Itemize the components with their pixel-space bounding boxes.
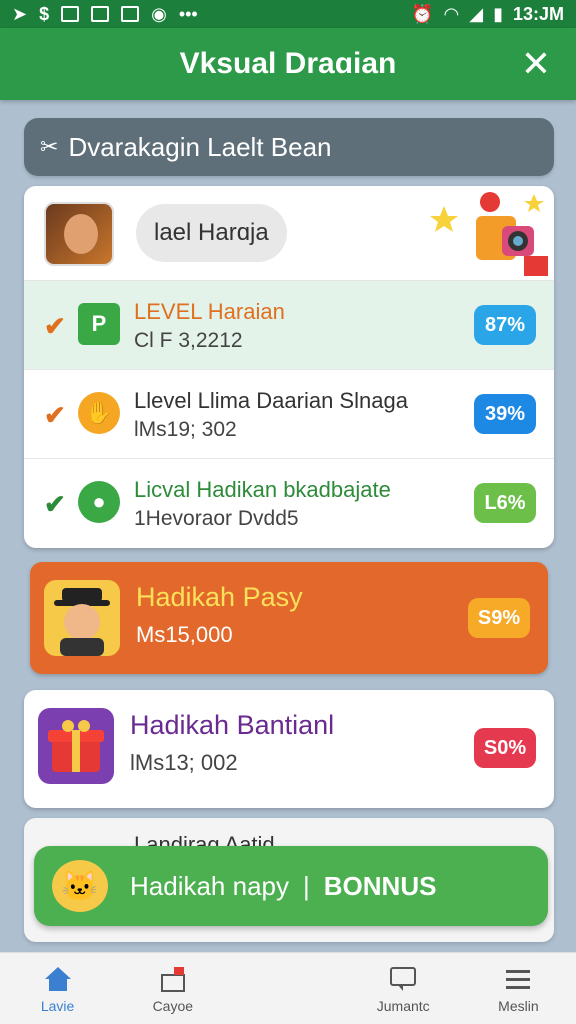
cat-icon: 🐱 [52, 860, 108, 912]
nav-item-menu[interactable]: Meslin [461, 953, 576, 1024]
check-icon: ✔ [44, 489, 66, 519]
percent-badge: S9% [468, 598, 530, 638]
page-title: Vksual Draɑian [179, 47, 397, 80]
level-title: Licval Hadikan bkadbajate [134, 477, 391, 502]
card-header: lael Harɑja [24, 186, 554, 280]
status-bar: ➤ $ ◉ ••• ⏰ ◠ ◢ ▮ 13:JM [0, 0, 576, 28]
reward-subtitle: Ms15,000 [136, 622, 233, 647]
check-icon: ✔ [44, 311, 66, 341]
percent-badge: L6% [474, 483, 536, 523]
nav-item-home[interactable]: Lavie [0, 953, 115, 1024]
gallery-icon [121, 6, 140, 22]
signal-icon: ◢ [469, 3, 484, 24]
level-row-1[interactable]: ✔ P LEVEL Haraian Cl F 3,2212 87% [24, 280, 554, 369]
gift-icon [157, 964, 189, 994]
menu-icon [502, 964, 534, 994]
wifi-icon: ◠ [443, 3, 460, 24]
level-subtitle: Cl F 3,2212 [134, 329, 243, 352]
levels-card: lael Harɑja ✔ P LEVEL Haraian Cl F 3,221… [24, 186, 554, 548]
notification-icon: ➤ [12, 3, 28, 24]
level-title: LEVEL Haraian [134, 299, 285, 324]
close-button[interactable]: ✕ [518, 46, 554, 82]
percent-badge: S0% [474, 728, 536, 768]
reward-title: Hadikah Pasy [136, 582, 303, 612]
level-subtitle: lMs19; 302 [134, 418, 237, 441]
coin-icon: ✋ [78, 392, 120, 434]
image-icon [91, 6, 110, 22]
app-bar: Vksual Draɑian ✕ [0, 28, 576, 100]
level-row-3[interactable]: ✔ ● Licval Hadikan bkadbajate 1Hevoraor … [24, 458, 554, 547]
percent-badge: 87% [474, 305, 536, 345]
whatsapp-icon: ◉ [151, 3, 167, 24]
nav-item-chat[interactable]: Jumantc [346, 953, 461, 1024]
reward-card-bantianl[interactable]: Hadikah Bantianl lMs13; 002 S0% [24, 690, 554, 808]
home-icon [42, 964, 74, 994]
check-icon: ✔ [44, 400, 66, 430]
reward-title: Hadikah Bantianl [130, 710, 335, 740]
toast-bonus-label: BONNUS [323, 870, 437, 901]
search-bar[interactable]: ✂ Dvarakagin Laelt Bean [24, 118, 554, 176]
nav-item-gift[interactable]: Cayoe [115, 953, 230, 1024]
avatar[interactable] [44, 202, 114, 266]
reward-card-pasy[interactable]: Hadikah Pasy Ms15,000 S9% [30, 562, 548, 674]
nav-label: Cayoe [152, 997, 194, 1014]
search-text: Dvarakagin Laelt Bean [68, 131, 332, 162]
battery-icon: ▮ [493, 3, 503, 24]
bottom-nav: Lavie Cayoe Jumantc Meslin [0, 952, 576, 1024]
toast-separator: | [303, 870, 310, 901]
character-avatar-icon [44, 580, 120, 656]
gift-box-icon [38, 708, 114, 784]
level-title: Llevel Llima Daarian Slnaga [134, 388, 408, 413]
clock: 13:JM [512, 3, 564, 24]
app-notification-icon: $ [39, 3, 50, 24]
alarm-icon: ⏰ [411, 3, 434, 24]
nav-label: Lavie [40, 997, 75, 1014]
celebration-decoration-icon [430, 192, 548, 276]
parking-icon: P [78, 303, 120, 345]
toast-text: Hadikah napy [130, 870, 289, 901]
nav-item-empty [230, 953, 345, 1024]
bonus-toast[interactable]: 🐱 Hadikah napy | BONNUS [34, 846, 548, 926]
percent-badge: 39% [474, 394, 536, 434]
pin-icon: ✂ [40, 134, 59, 159]
level-subtitle: 1Hevoraor Dvdd5 [134, 507, 299, 530]
reward-subtitle: lMs13; 002 [130, 750, 238, 775]
leaf-icon: ● [78, 481, 120, 523]
chat-icon [387, 964, 419, 994]
level-row-2[interactable]: ✔ ✋ Llevel Llima Daarian Slnaga lMs19; 3… [24, 369, 554, 458]
user-name-pill[interactable]: lael Harɑja [136, 204, 287, 262]
nav-label: Jumantc [376, 997, 430, 1014]
nav-label: Meslin [498, 997, 539, 1014]
more-notifications-icon: ••• [178, 3, 198, 24]
mail-icon [61, 6, 80, 22]
